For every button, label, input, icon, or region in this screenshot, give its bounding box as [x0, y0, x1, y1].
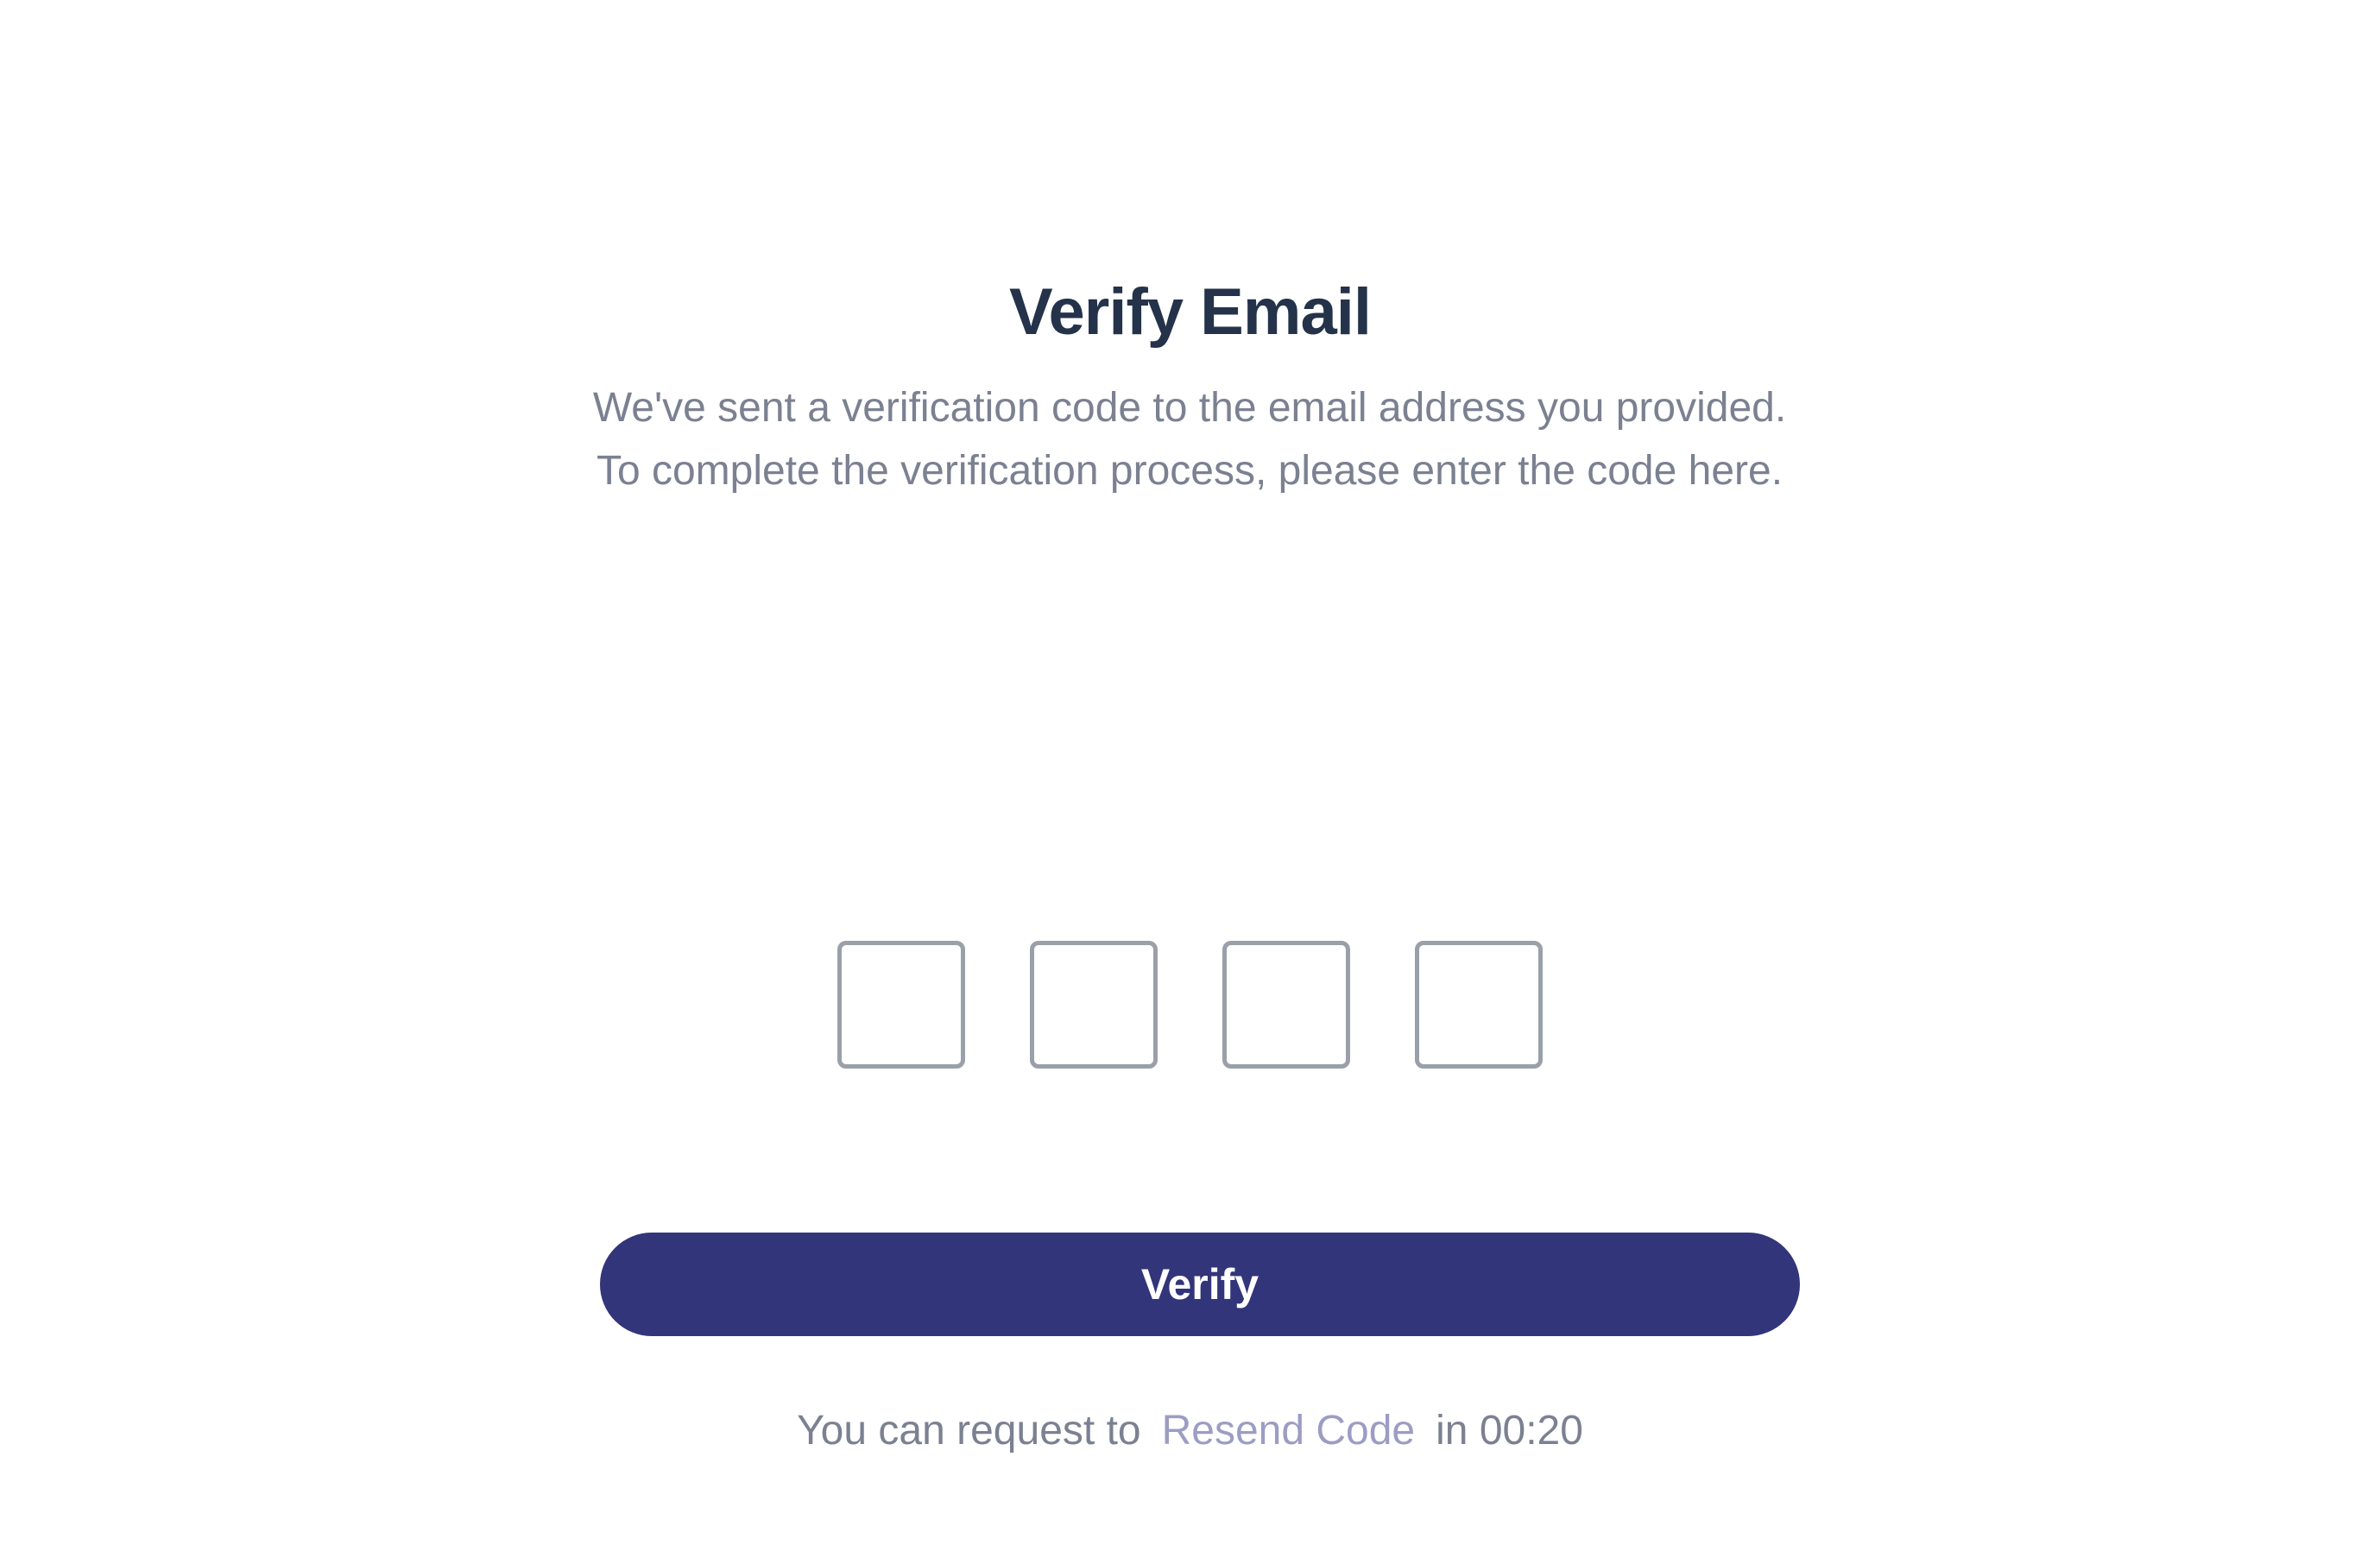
resend-timer: in 00:20	[1436, 1408, 1583, 1454]
verify-button[interactable]: Verify	[600, 1233, 1800, 1336]
resend-prefix: You can request to	[797, 1408, 1141, 1454]
otp-digit-2[interactable]	[1030, 941, 1158, 1069]
otp-digit-3[interactable]	[1222, 941, 1350, 1069]
otp-digit-1[interactable]	[837, 941, 965, 1069]
resend-code-link[interactable]: Resend Code	[1162, 1408, 1416, 1454]
resend-text: You can request to Resend Code in 00:20	[0, 1403, 2380, 1460]
page-subtitle: We've sent a verification code to the em…	[592, 385, 1787, 494]
otp-digit-4[interactable]	[1415, 941, 1543, 1069]
verify-email-page: Verify Email We've sent a verification c…	[0, 0, 2380, 1564]
page-title: Verify Email	[1009, 275, 1372, 349]
otp-input-group	[0, 941, 2380, 1069]
